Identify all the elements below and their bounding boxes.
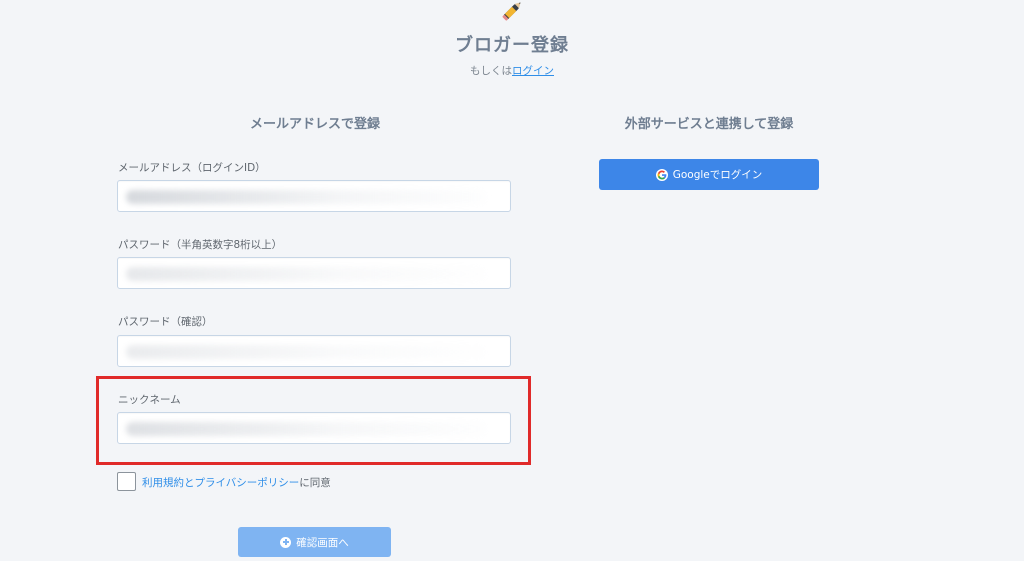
highlight-box [96,376,531,465]
page-title: ブロガー登録 [455,35,569,56]
login-link[interactable]: ログイン [512,65,554,77]
terms-link[interactable]: 利用規約とプライバシーポリシー [142,477,299,489]
pencil-icon [502,2,521,21]
terms-checkbox[interactable] [117,472,136,491]
or-text: もしくは [470,65,512,77]
email-input[interactable] [117,180,511,212]
plus-circle-icon [280,536,292,548]
password-confirm-input[interactable] [117,335,511,367]
google-login-button[interactable]: Googleでログイン [599,159,819,190]
password-input[interactable] [117,257,511,289]
password-label: パスワード（半角英数字8桁以上） [118,239,283,251]
email-label: メールアドレス（ログインID） [118,162,266,174]
confirm-button-label: 確認画面へ [296,536,349,549]
email-register-heading: メールアドレスで登録 [249,117,380,132]
terms-agreement: 利用規約とプライバシーポリシーに同意 [142,475,331,490]
external-register-heading: 外部サービスと連携して登録 [624,117,794,132]
password-confirm-label: パスワード（確認） [118,316,213,328]
google-button-label: Googleでログイン [672,169,763,181]
google-icon [655,168,668,181]
terms-suffix: に同意 [299,477,331,489]
confirm-button[interactable]: 確認画面へ [238,527,391,557]
login-prompt: もしくはログイン [0,63,1024,78]
